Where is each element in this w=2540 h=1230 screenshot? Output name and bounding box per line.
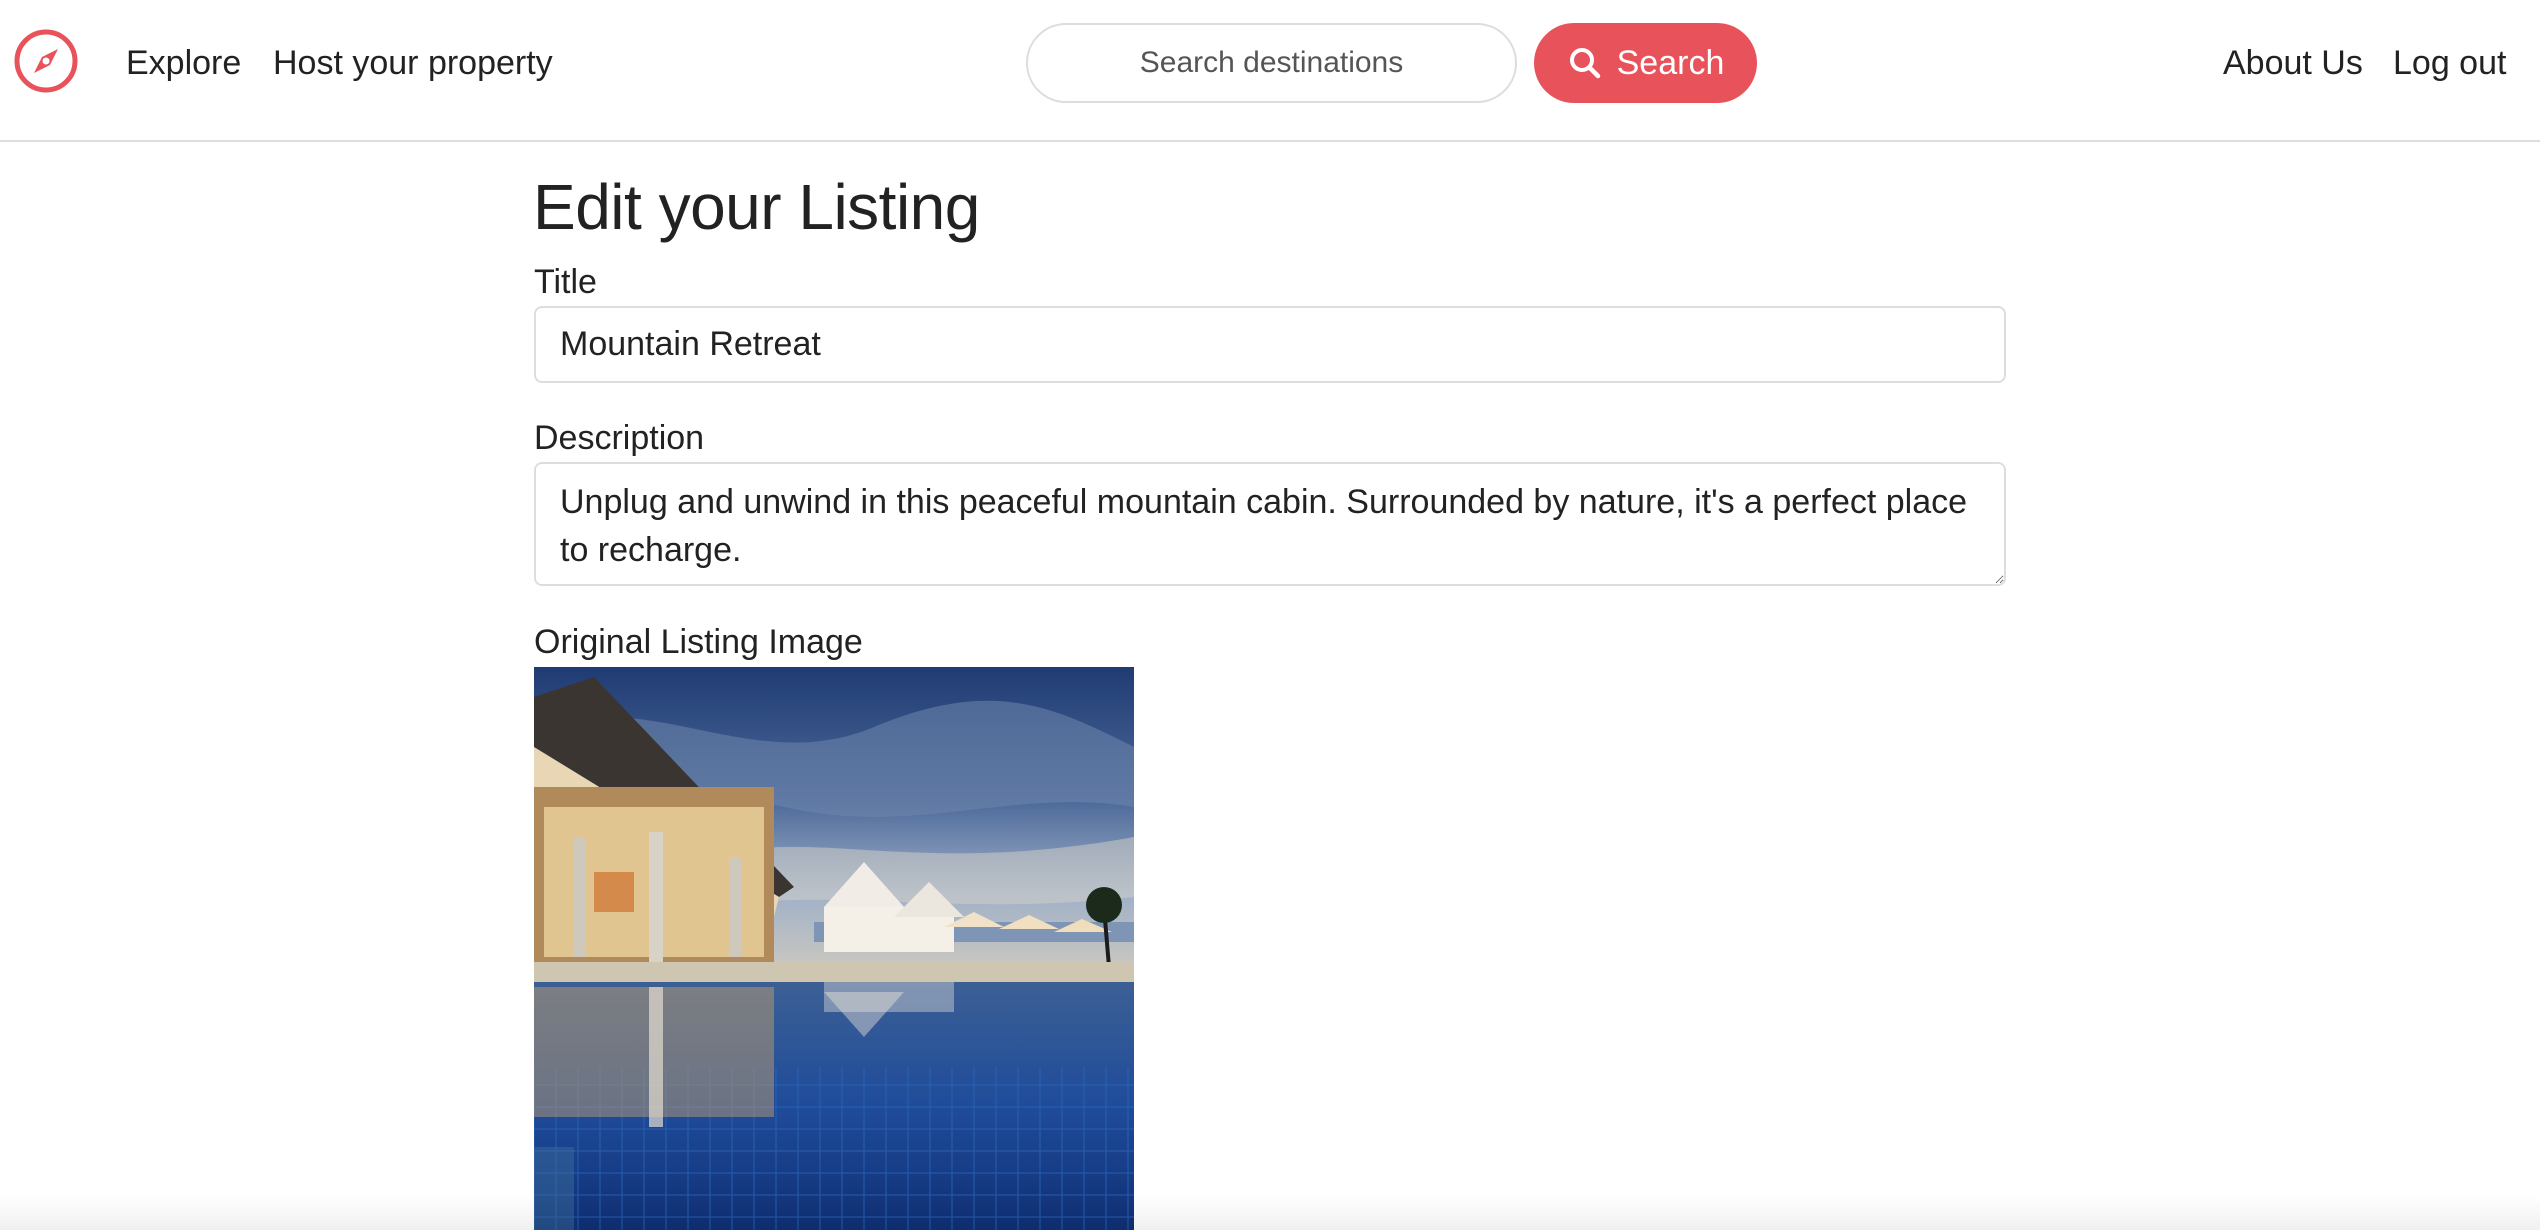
listing-image bbox=[534, 667, 1134, 1230]
top-navbar: Explore Host your property Search About … bbox=[0, 0, 2540, 142]
compass-icon[interactable] bbox=[13, 28, 79, 94]
title-input[interactable] bbox=[534, 306, 2006, 383]
search-button-label: Search bbox=[1616, 43, 1725, 82]
search-icon bbox=[1567, 45, 1603, 81]
description-label: Description bbox=[534, 419, 705, 457]
page-bottom-shadow bbox=[0, 1195, 2540, 1230]
nav-host-property-link[interactable]: Host your property bbox=[273, 40, 553, 86]
nav-log-out-link[interactable]: Log out bbox=[2393, 40, 2506, 86]
nav-explore-link[interactable]: Explore bbox=[126, 40, 241, 86]
search-button[interactable]: Search bbox=[1534, 23, 1757, 103]
original-image-label: Original Listing Image bbox=[534, 623, 863, 661]
search-destinations-input[interactable] bbox=[1026, 23, 1517, 103]
nav-about-us-link[interactable]: About Us bbox=[2223, 40, 2363, 86]
title-label: Title bbox=[534, 263, 597, 301]
description-textarea[interactable]: Unplug and unwind in this peaceful mount… bbox=[534, 462, 2006, 586]
page-title: Edit your Listing bbox=[533, 171, 980, 243]
